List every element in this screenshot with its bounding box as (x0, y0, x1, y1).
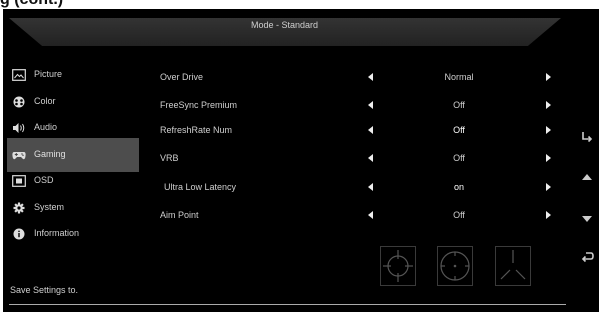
arrow-right-icon[interactable] (546, 211, 551, 219)
setting-label: VRB (160, 153, 179, 163)
arrow-right-icon[interactable] (546, 183, 551, 191)
info-icon (13, 228, 25, 240)
setting-row-aim-point[interactable]: Aim Point Off (148, 208, 563, 224)
setting-row-over-drive[interactable]: Over Drive Normal (148, 70, 563, 86)
setting-label: Ultra Low Latency (164, 182, 237, 192)
arrow-left-icon[interactable] (368, 211, 373, 219)
setting-row-refreshrate-num[interactable]: RefreshRate Num Off (148, 123, 563, 139)
sidebar-item-label: Information (34, 228, 80, 238)
picture-icon (12, 69, 26, 81)
crosshair-circle-icon[interactable] (380, 246, 416, 286)
sidebar-item-information[interactable]: Information (7, 222, 139, 246)
crosshair-corner-icon[interactable] (495, 246, 531, 286)
setting-row-vrb[interactable]: VRB Off (148, 151, 563, 167)
sidebar-item-label: Audio (34, 122, 58, 132)
setting-label: Over Drive (160, 72, 204, 82)
enter-icon[interactable] (580, 131, 594, 143)
setting-row-ultra-low-latency[interactable]: Ultra Low Latency on (148, 180, 563, 196)
osd-menu: Mode - Standard Picture Color Audio Gami… (3, 9, 566, 312)
arrow-right-icon[interactable] (546, 73, 551, 81)
down-arrow-icon[interactable] (580, 213, 594, 225)
arrow-right-icon[interactable] (546, 126, 551, 134)
sidebar-item-picture[interactable]: Picture (7, 63, 139, 87)
bottom-divider (9, 304, 566, 305)
arrow-right-icon[interactable] (546, 154, 551, 162)
sidebar-item-color[interactable]: Color (7, 90, 139, 114)
arrow-right-icon[interactable] (546, 101, 551, 109)
crosshair-dot-circle-icon[interactable] (437, 246, 473, 286)
setting-label: RefreshRate Num (160, 125, 233, 135)
speaker-icon (13, 123, 25, 133)
page-heading-text: g (cont.) (0, 0, 63, 9)
setting-value: Normal (444, 72, 474, 82)
save-settings-item[interactable]: Save Settings to. (10, 285, 78, 295)
back-icon[interactable] (580, 251, 594, 263)
arrow-left-icon[interactable] (368, 73, 373, 81)
arrow-left-icon[interactable] (368, 183, 373, 191)
setting-value: on (453, 182, 464, 192)
sidebar-item-label: Gaming (34, 148, 66, 159)
color-palette-icon (13, 96, 25, 107)
setting-value: Off (453, 210, 465, 220)
gear-icon (13, 202, 25, 213)
sidebar-item-label: Color (34, 95, 56, 106)
setting-label: FreeSync Premium (160, 100, 238, 110)
setting-value: Off (453, 100, 465, 110)
sidebar-item-system[interactable]: System (7, 196, 139, 220)
arrow-left-icon[interactable] (368, 154, 373, 162)
gamepad-icon (12, 151, 26, 159)
sidebar-item-label: OSD (34, 175, 54, 185)
side-button-bar (566, 9, 599, 312)
setting-row-freesync-premium[interactable]: FreeSync Premium Off (148, 98, 563, 114)
sidebar: Picture Color Audio Gaming OSD System In… (7, 63, 139, 249)
arrow-left-icon[interactable] (368, 126, 373, 134)
setting-label: Aim Point (160, 210, 199, 220)
sidebar-item-audio[interactable]: Audio (7, 116, 139, 140)
up-arrow-icon[interactable] (580, 171, 594, 183)
sidebar-item-osd[interactable]: OSD (7, 169, 139, 193)
sidebar-item-label: System (34, 201, 65, 212)
sidebar-item-gaming[interactable]: Gaming (7, 137, 139, 172)
sidebar-item-label: Picture (34, 69, 63, 79)
setting-value: Off (453, 153, 465, 163)
setting-value: Off (453, 125, 465, 135)
arrow-left-icon[interactable] (368, 101, 373, 109)
osd-icon (12, 175, 26, 187)
mode-title: Mode - Standard (250, 20, 319, 30)
